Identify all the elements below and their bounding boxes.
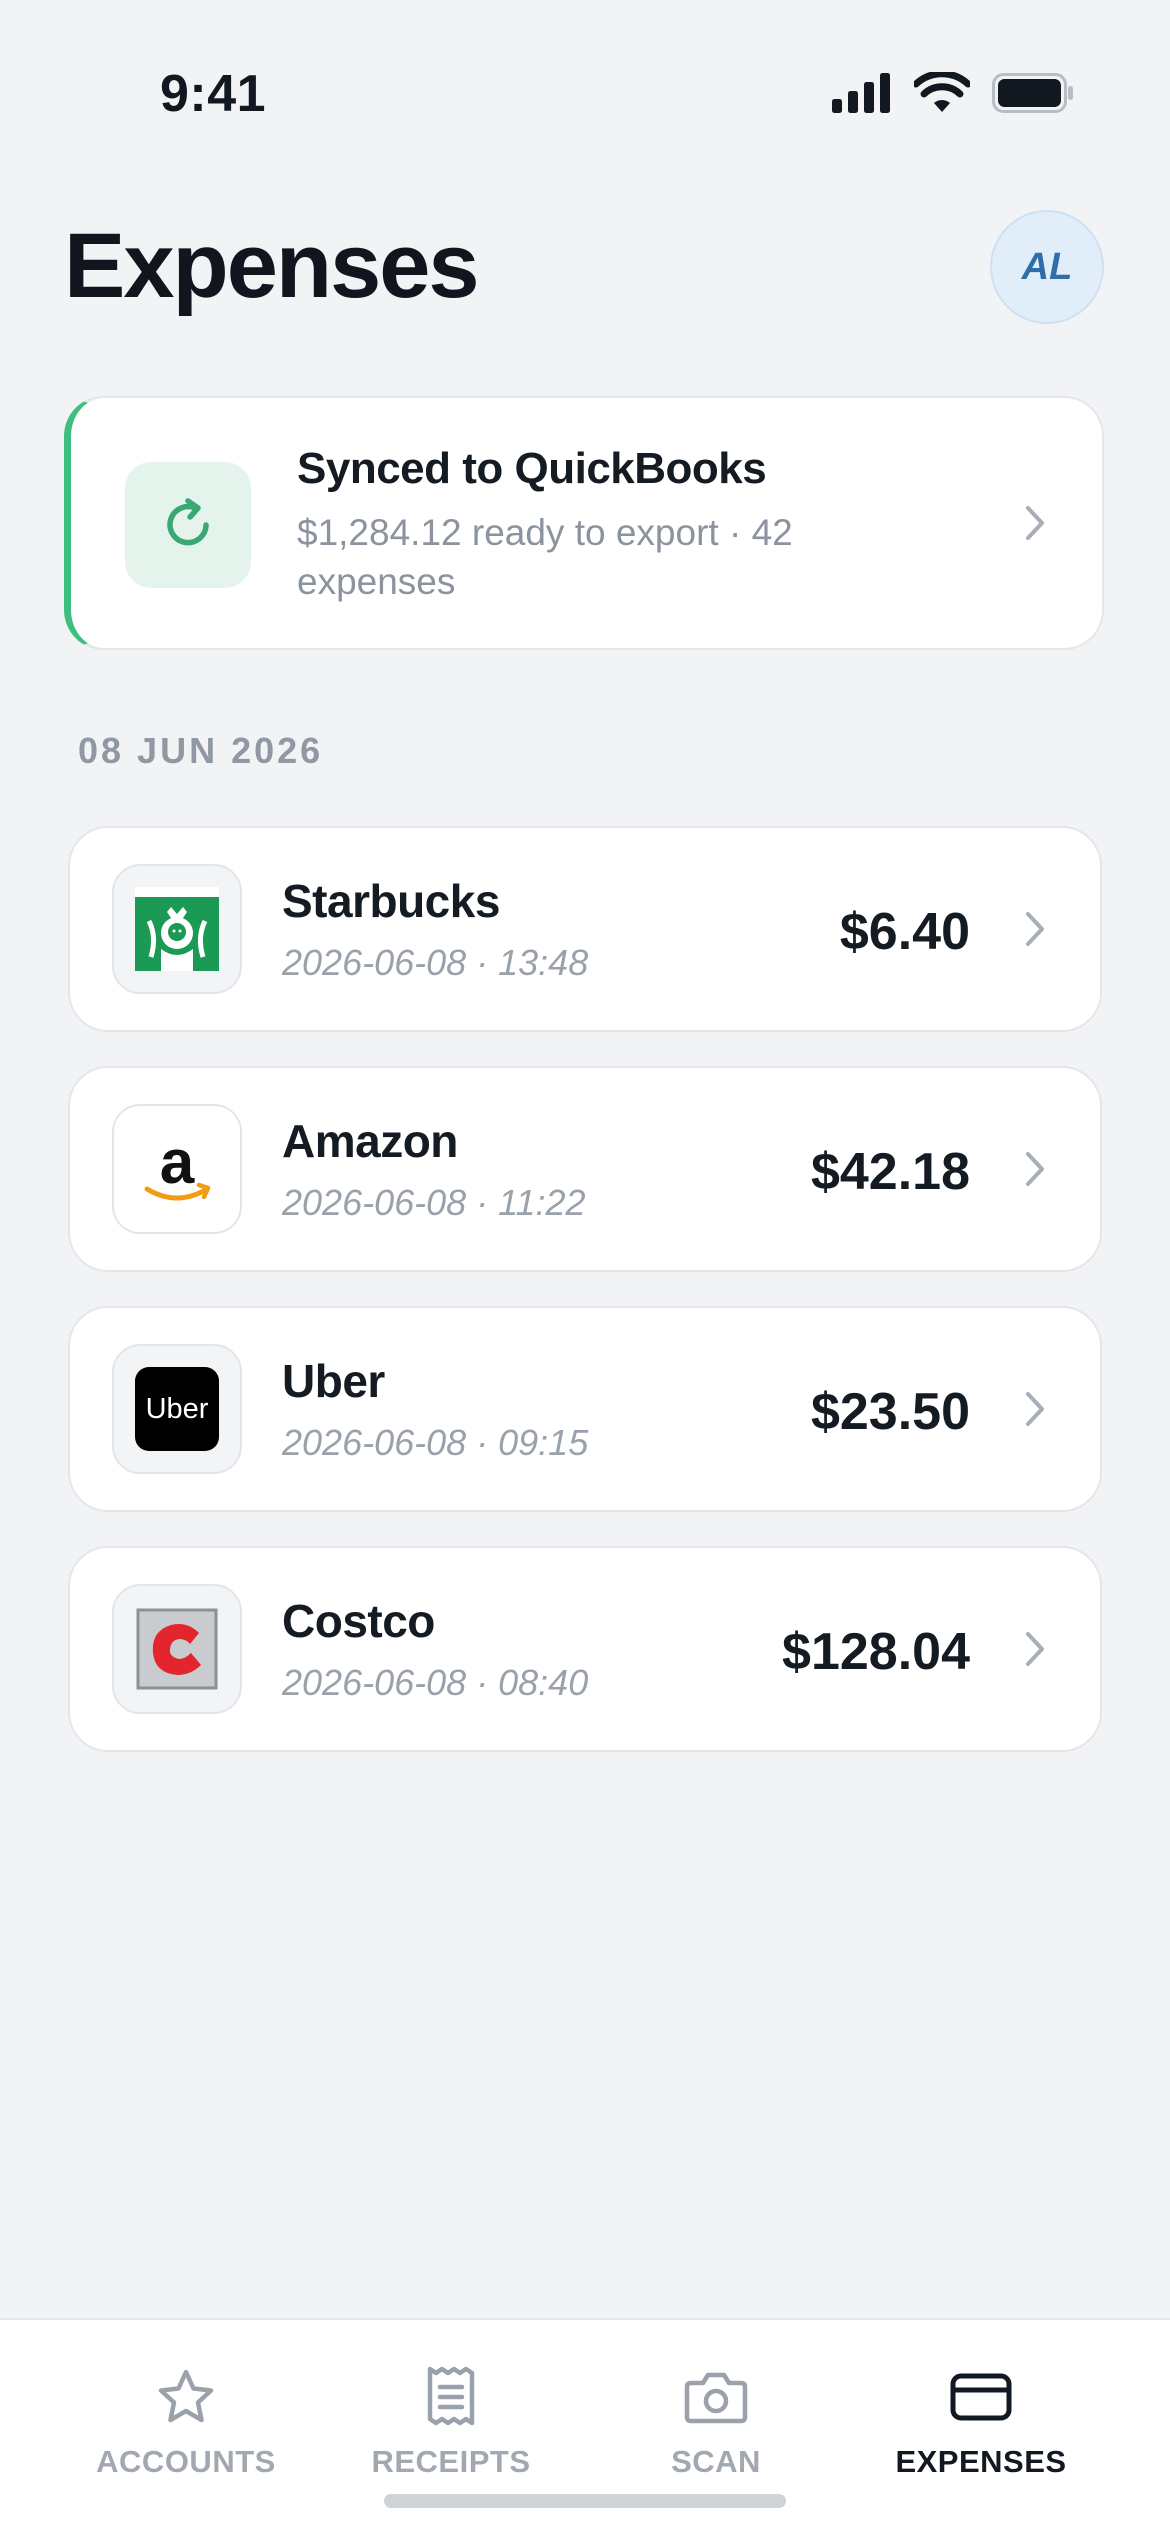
expense-amount: $23.50 (810, 1383, 970, 1441)
expense-timestamp: 2026-06-08 · 11:22 (282, 1182, 586, 1223)
chevron-right-icon (1026, 506, 1044, 540)
battery-icon (992, 73, 1073, 113)
chevron-right-icon (1026, 1152, 1044, 1186)
sync-icon (167, 498, 209, 546)
cellular-signal-icon (832, 73, 890, 113)
camera-icon (684, 2372, 748, 2424)
tab-label: SCAN (671, 2444, 761, 2479)
uber-logo: Uber (135, 1367, 219, 1451)
star-icon (158, 2369, 214, 2423)
tab-label: ACCOUNTS (96, 2444, 276, 2479)
status-time: 9:41 (160, 65, 267, 123)
expense-timestamp: 2026-06-08 · 09:15 (282, 1422, 589, 1463)
merchant-name: Costco (282, 1595, 435, 1647)
uber-logo-text: Uber (146, 1393, 209, 1425)
status-bar: 9:41 (0, 0, 1170, 190)
expense-row-costco[interactable]: Costco 2026-06-08 · 08:40 $128.04 (68, 1546, 1102, 1752)
tab-scan[interactable]: SCAN (586, 2360, 846, 2500)
avatar[interactable]: AL (990, 210, 1104, 324)
amazon-logo: a (144, 1128, 211, 1201)
merchant-name: Amazon (282, 1115, 458, 1167)
page-title: Expenses (64, 215, 480, 317)
receipt-icon (427, 2366, 475, 2426)
merchant-logo: Uber (112, 1344, 242, 1474)
chevron-right-icon (1026, 1632, 1044, 1666)
tab-expenses[interactable]: EXPENSES (851, 2360, 1111, 2500)
chevron-right-icon (1026, 912, 1044, 946)
expense-amount: $42.18 (810, 1143, 970, 1201)
wifi-icon (914, 72, 970, 112)
sync-icon-box (125, 462, 251, 588)
expense-row-starbucks[interactable]: Starbucks 2026-06-08 · 13:48 $6.40 (68, 826, 1102, 1032)
expense-row-uber[interactable]: Uber Uber 2026-06-08 · 09:15 $23.50 (68, 1306, 1102, 1512)
expense-list: Starbucks 2026-06-08 · 13:48 $6.40 a Ama… (68, 826, 1102, 1786)
merchant-logo (112, 1584, 242, 1714)
merchant-name: Uber (282, 1355, 385, 1407)
expense-amount: $128.04 (782, 1623, 970, 1681)
home-indicator[interactable] (384, 2494, 786, 2508)
tab-receipts[interactable]: RECEIPTS (321, 2360, 581, 2500)
expense-timestamp: 2026-06-08 · 13:48 (282, 942, 589, 983)
tab-label: RECEIPTS (371, 2444, 531, 2479)
quickbooks-sync-card[interactable]: Synced to QuickBooks $1,284.12 ready to … (64, 396, 1104, 650)
sync-subtitle: $1,284.12 ready to export · 42 expenses (297, 512, 793, 602)
expense-row-amazon[interactable]: a Amazon 2026-06-08 · 11:22 $42.18 (68, 1066, 1102, 1272)
starbucks-logo (135, 887, 219, 971)
merchant-logo: a (112, 1104, 242, 1234)
date-section-header: 08 JUN 2026 (78, 730, 324, 771)
tab-label: EXPENSES (895, 2444, 1067, 2479)
card-icon (950, 2373, 1012, 2421)
sync-title: Synced to QuickBooks (297, 444, 767, 493)
costco-logo (136, 1608, 218, 1690)
expenses-screen: 9:41 Expenses AL Synced to QuickBooks $1… (0, 0, 1170, 2532)
status-icons (832, 72, 1074, 114)
expense-timestamp: 2026-06-08 · 08:40 (282, 1662, 589, 1703)
expense-amount: $6.40 (839, 903, 970, 961)
tab-accounts[interactable]: ACCOUNTS (56, 2360, 316, 2500)
merchant-name: Starbucks (282, 875, 500, 927)
chevron-right-icon (1026, 1392, 1044, 1426)
merchant-logo (112, 864, 242, 994)
svg-text:a: a (160, 1128, 195, 1197)
